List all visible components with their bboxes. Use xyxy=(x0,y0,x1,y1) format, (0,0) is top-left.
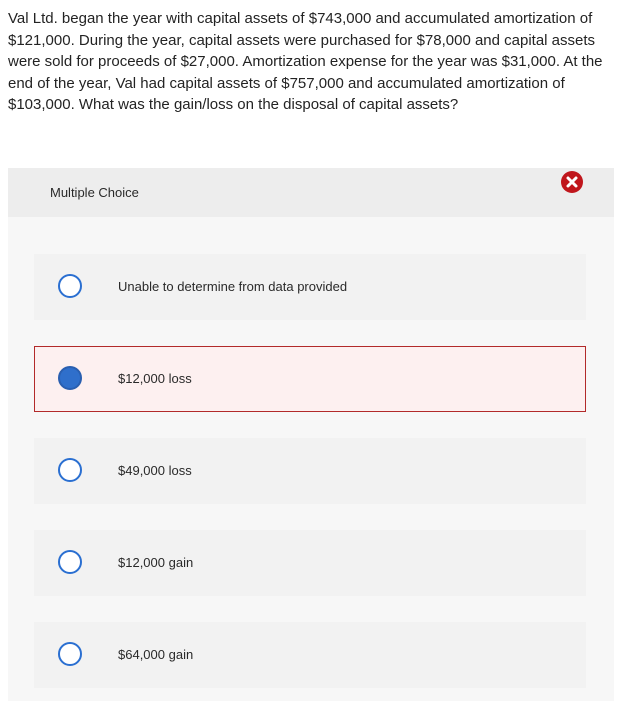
answer-option-label: $64,000 gain xyxy=(118,647,194,662)
x-circle-icon xyxy=(561,171,583,193)
answer-option-2[interactable]: $12,000 loss xyxy=(34,346,586,412)
radio-button[interactable] xyxy=(58,642,82,666)
answer-option-label: $12,000 gain xyxy=(118,555,194,570)
question-text: Val Ltd. began the year with capital ass… xyxy=(8,10,603,113)
multiple-choice-header: Multiple Choice xyxy=(8,168,614,217)
answer-option-label: Unable to determine from data provided xyxy=(118,279,348,294)
multiple-choice-panel: Multiple Choice Unable to determine from… xyxy=(8,168,614,701)
radio-button[interactable] xyxy=(58,458,82,482)
answer-option-label: $49,000 loss xyxy=(118,463,192,478)
multiple-choice-options: Unable to determine from data provided $… xyxy=(8,217,614,701)
answer-option-4[interactable]: $12,000 gain xyxy=(34,530,586,596)
radio-button[interactable] xyxy=(58,550,82,574)
radio-button[interactable] xyxy=(58,274,82,298)
radio-button-selected[interactable] xyxy=(58,366,82,390)
answer-option-3[interactable]: $49,000 loss xyxy=(34,438,586,504)
answer-option-label: $12,000 loss xyxy=(118,371,192,386)
multiple-choice-title: Multiple Choice xyxy=(50,185,139,200)
answer-option-5[interactable]: $64,000 gain xyxy=(34,622,586,688)
answer-option-1[interactable]: Unable to determine from data provided xyxy=(34,254,586,320)
